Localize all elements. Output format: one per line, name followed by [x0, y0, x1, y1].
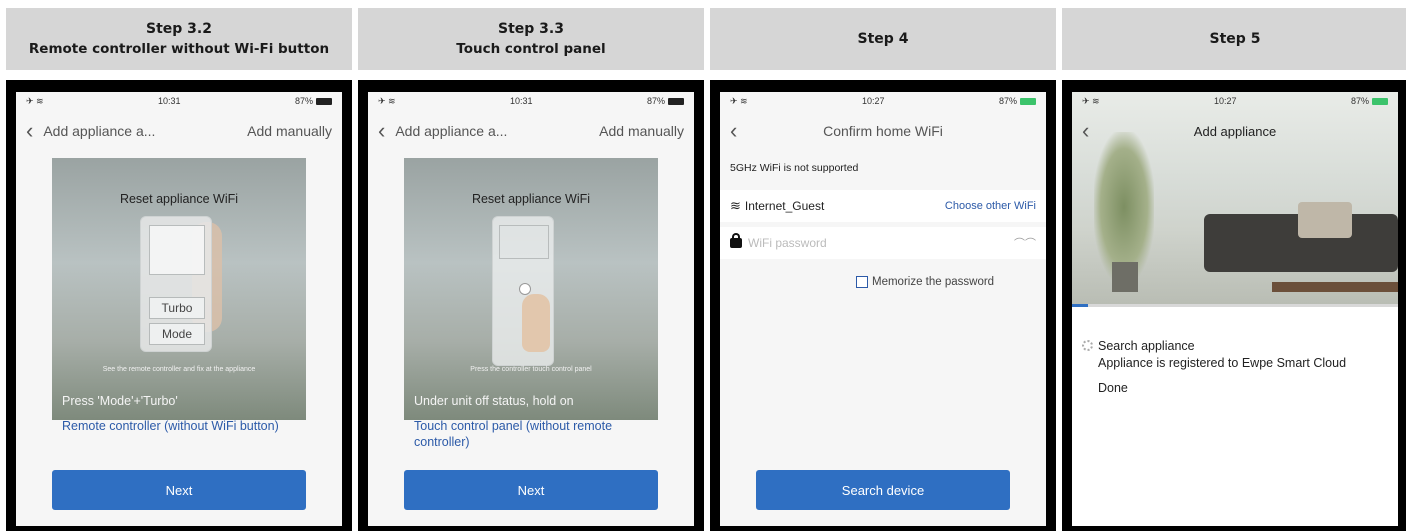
nav-bar: ‹ Add appliance — [1072, 118, 1398, 144]
illustration-title: Reset appliance WiFi — [119, 192, 239, 206]
step-header: Step 5 — [1062, 8, 1406, 70]
battery-indicator: 87% — [1351, 96, 1388, 106]
illustration-hint: See the remote controller and fix at the… — [102, 366, 256, 373]
step-title: Step 3.2 — [146, 21, 212, 37]
memorize-password-checkbox[interactable]: Memorize the password — [856, 276, 994, 288]
choose-other-wifi-link[interactable]: Choose other WiFi — [945, 200, 1036, 212]
memorize-label: Memorize the password — [872, 276, 995, 288]
signal-icon: ✈ ≋ — [730, 95, 748, 106]
table-image — [1272, 282, 1398, 292]
wifi-icon: ≋ — [730, 198, 741, 213]
battery-indicator: 87% — [999, 96, 1036, 106]
phone-frame: ✈ ≋ 10:27 87% ‹ Confirm home WiFi 5GHz W… — [710, 80, 1056, 531]
status-bar: ✈ ≋ 10:31 87% — [368, 92, 694, 110]
step-registered: Appliance is registered to Ewpe Smart Cl… — [1098, 356, 1347, 370]
status-time: 10:31 — [158, 96, 181, 106]
chevron-left-icon[interactable]: ‹ — [26, 120, 33, 142]
phone-frame: ✈ ≋ 10:31 87% ‹ Add appliance a... Add m… — [6, 80, 352, 531]
wifi-network-row: ≋ Internet_Guest Choose other WiFi — [720, 190, 1046, 222]
status-bar: ✈ ≋ 10:27 87% — [720, 92, 1046, 110]
finger-image — [522, 294, 550, 352]
wifi-warning: 5GHz WiFi is not supported — [730, 162, 859, 174]
step-header: Step 4 — [710, 8, 1056, 70]
step-4-column: Step 4 ✈ ≋ 10:27 87% ‹ Confirm home WiFi… — [710, 0, 1056, 531]
lock-icon — [730, 233, 742, 248]
signal-icon: ✈ ≋ — [26, 95, 44, 106]
illustration-instruction: Press 'Mode'+'Turbo' — [62, 394, 178, 408]
status-time: 10:27 — [862, 96, 885, 106]
remote-display — [149, 225, 205, 275]
battery-icon — [1019, 98, 1036, 106]
step-3-2-column: Step 3.2 Remote controller without Wi-Fi… — [6, 0, 352, 531]
step-search-appliance: Search appliance — [1098, 339, 1195, 353]
password-placeholder: WiFi password — [748, 236, 827, 250]
chevron-left-icon[interactable]: ‹ — [730, 120, 737, 142]
phone-screen: ✈ ≋ 10:31 87% ‹ Add appliance a... Add m… — [368, 92, 694, 526]
nav-title: Confirm home WiFi — [823, 123, 943, 139]
nav-title: Add appliance a... — [395, 123, 508, 139]
nav-bar: ‹ Add appliance a... Add manually — [368, 118, 694, 144]
step-header: Step 3.3 Touch control panel — [358, 8, 704, 70]
progress-steps-list: Search appliance Appliance is registered… — [1098, 338, 1346, 397]
battery-indicator: 87% — [295, 96, 332, 106]
wifi-password-field[interactable]: WiFi password ⌒⌒ — [720, 227, 1046, 259]
turbo-key: Turbo — [149, 297, 205, 319]
step-5-column: Step 5 ✈ ≋ 10:27 87% ‹ Add appliance Sea… — [1062, 0, 1406, 531]
progress-fill — [1072, 304, 1089, 307]
battery-icon — [315, 98, 332, 106]
step-title: Step 3.3 — [498, 21, 564, 37]
phone-screen: ✈ ≋ 10:27 87% ‹ Confirm home WiFi 5GHz W… — [720, 92, 1046, 526]
phone-screen: ✈ ≋ 10:27 87% ‹ Add appliance Search app… — [1072, 92, 1398, 526]
add-manually-link[interactable]: Add manually — [599, 123, 684, 139]
plant-pot-image — [1112, 262, 1138, 292]
phone-screen: ✈ ≋ 10:31 87% ‹ Add appliance a... Add m… — [16, 92, 342, 526]
remote-without-wifi-link[interactable]: Remote controller (without WiFi button) — [62, 418, 302, 434]
step-done: Done — [1098, 381, 1128, 395]
phone-frame: ✈ ≋ 10:31 87% ‹ Add appliance a... Add m… — [358, 80, 704, 531]
remote-controller-image: Turbo Mode — [140, 216, 212, 352]
battery-icon — [1371, 98, 1388, 106]
instruction-illustration: Reset appliance WiFi Turbo Mode See the … — [52, 158, 306, 420]
battery-icon — [667, 98, 684, 106]
status-bar: ✈ ≋ 10:27 87% — [1072, 92, 1398, 110]
illustration-instruction: Under unit off status, hold on — [414, 394, 574, 408]
step-title: Step 4 — [857, 31, 909, 47]
next-button[interactable]: Next — [52, 470, 306, 510]
signal-icon: ✈ ≋ — [378, 95, 396, 106]
panel-display — [499, 225, 549, 259]
signal-icon: ✈ ≋ — [1082, 95, 1100, 106]
status-time: 10:27 — [1214, 96, 1237, 106]
illustration-title: Reset appliance WiFi — [471, 192, 591, 206]
step-header: Step 3.2 Remote controller without Wi-Fi… — [6, 8, 352, 70]
status-time: 10:31 — [510, 96, 533, 106]
step-subtitle: Touch control panel — [456, 41, 606, 57]
progress-bar — [1072, 304, 1398, 307]
loading-spinner-icon — [1082, 340, 1093, 351]
wifi-ssid: Internet_Guest — [744, 199, 825, 213]
illustration-hint: Press the controller touch control panel — [470, 366, 592, 373]
instruction-illustration: Reset appliance WiFi Press the controlle… — [404, 158, 658, 420]
add-manually-link[interactable]: Add manually — [247, 123, 332, 139]
next-button[interactable]: Next — [404, 470, 658, 510]
nav-title: Add appliance a... — [43, 123, 156, 139]
nav-bar: ‹ Confirm home WiFi — [720, 118, 1046, 144]
touch-panel-link[interactable]: Touch control panel (without remote cont… — [414, 418, 654, 450]
step-subtitle: Remote controller without Wi-Fi button — [28, 41, 330, 57]
pillow-image — [1298, 202, 1352, 238]
mode-key: Mode — [149, 323, 205, 345]
phone-frame: ✈ ≋ 10:27 87% ‹ Add appliance Search app… — [1062, 80, 1406, 531]
checkbox[interactable] — [856, 276, 868, 288]
nav-bar: ‹ Add appliance a... Add manually — [16, 118, 342, 144]
step-title: Step 5 — [1209, 31, 1261, 47]
status-bar: ✈ ≋ 10:31 87% — [16, 92, 342, 110]
battery-indicator: 87% — [647, 96, 684, 106]
search-device-button[interactable]: Search device — [756, 470, 1010, 510]
chevron-left-icon[interactable]: ‹ — [378, 120, 385, 142]
touch-button-icon — [519, 283, 531, 295]
plant-image — [1094, 132, 1154, 282]
eye-closed-icon[interactable]: ⌒⌒ — [1014, 235, 1036, 251]
nav-title: Add appliance — [1193, 123, 1277, 139]
step-3-3-column: Step 3.3 Touch control panel ✈ ≋ 10:31 8… — [358, 0, 704, 531]
